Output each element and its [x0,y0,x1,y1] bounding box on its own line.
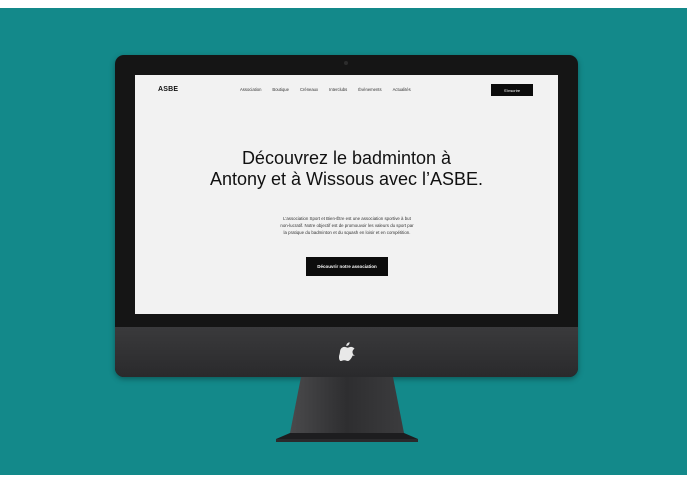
hero-description: L’association Sport et Bien-Être est une… [247,215,447,236]
nav-item-association[interactable]: Association [240,87,261,92]
nav-item-boutique[interactable]: Boutique [272,87,289,92]
site-logo[interactable]: ASBE [158,86,178,93]
hero-title-line-1: Découvrez le badminton à [241,148,452,168]
imac-monitor: ASBE Association Boutique Créneaux Inter… [115,55,578,377]
hero-text-line-2: non-lucratif. Notre objectif est de prom… [280,223,414,228]
hero-text-line-1: L’association Sport et Bien-Être est une… [283,216,411,221]
nav-menu: Association Boutique Créneaux Interclubs… [240,87,411,92]
nav-item-evenements[interactable]: Évènements [358,87,381,92]
hero-title: Découvrez le badminton à Antony et à Wis… [135,148,558,190]
imac-stand [276,377,418,442]
camera-icon [344,61,348,65]
nav-item-actualites[interactable]: Actualités [393,87,411,92]
nav-item-creneaux[interactable]: Créneaux [300,87,318,92]
discover-association-button[interactable]: Découvrir notre association [306,257,388,276]
teal-backdrop: ASBE Association Boutique Créneaux Inter… [0,8,687,475]
hero-title-line-2: Antony et à Wissous avec l’ASBE. [209,169,484,189]
apple-icon [339,342,355,361]
imac-chin [115,327,578,377]
nav-item-interclubs[interactable]: Interclubs [329,87,347,92]
site-navbar: ASBE Association Boutique Créneaux Inter… [135,75,558,105]
hero-text-line-3: la pratique du badminton et du squash en… [283,230,411,235]
website-screen: ASBE Association Boutique Créneaux Inter… [135,75,558,314]
signup-button[interactable]: S'inscrire [491,84,533,96]
